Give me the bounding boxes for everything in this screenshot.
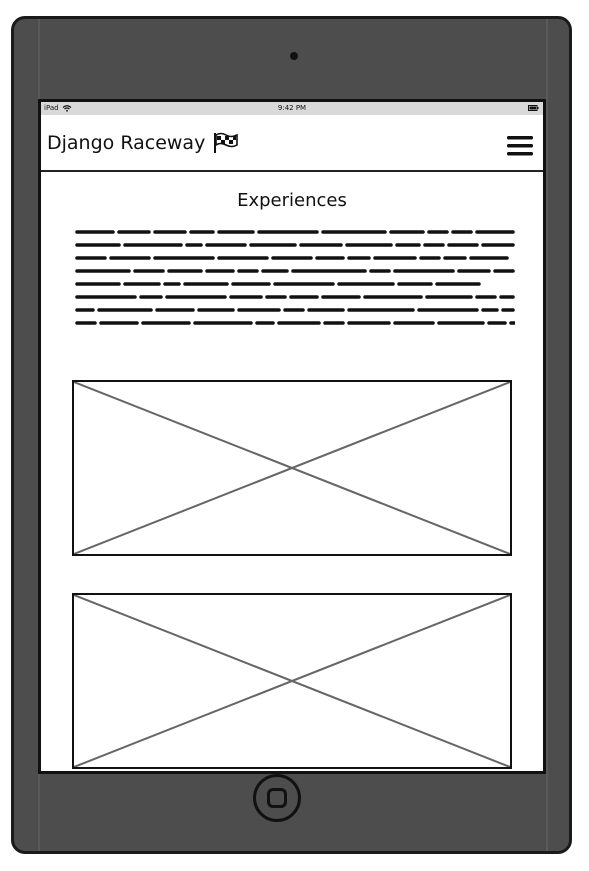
tablet-device-frame: iPad 9:42 PM Django Raceway Experiences xyxy=(11,16,572,854)
brand-name[interactable]: Django Raceway xyxy=(47,132,205,154)
main-content: Experiences xyxy=(41,172,543,771)
navbar: Django Raceway xyxy=(41,115,543,172)
status-time: 9:42 PM xyxy=(277,104,307,112)
battery-icon xyxy=(528,105,539,111)
placeholder-cross xyxy=(73,594,511,768)
home-button[interactable] xyxy=(253,774,301,822)
page-title: Experiences xyxy=(237,190,347,211)
device-screen: iPad 9:42 PM Django Raceway Experiences xyxy=(38,99,546,774)
image-placeholder xyxy=(72,593,512,769)
front-camera xyxy=(290,52,298,60)
placeholder-paragraph-text xyxy=(75,230,515,325)
checkered-flag-icon xyxy=(214,132,239,153)
status-bar: iPad 9:42 PM xyxy=(41,102,543,115)
image-placeholder xyxy=(72,380,512,556)
brand[interactable]: Django Raceway xyxy=(47,132,239,154)
placeholder-cross xyxy=(73,381,511,555)
hamburger-menu-icon[interactable] xyxy=(507,136,533,156)
frame-seam xyxy=(546,19,548,851)
home-button-icon xyxy=(267,788,287,808)
